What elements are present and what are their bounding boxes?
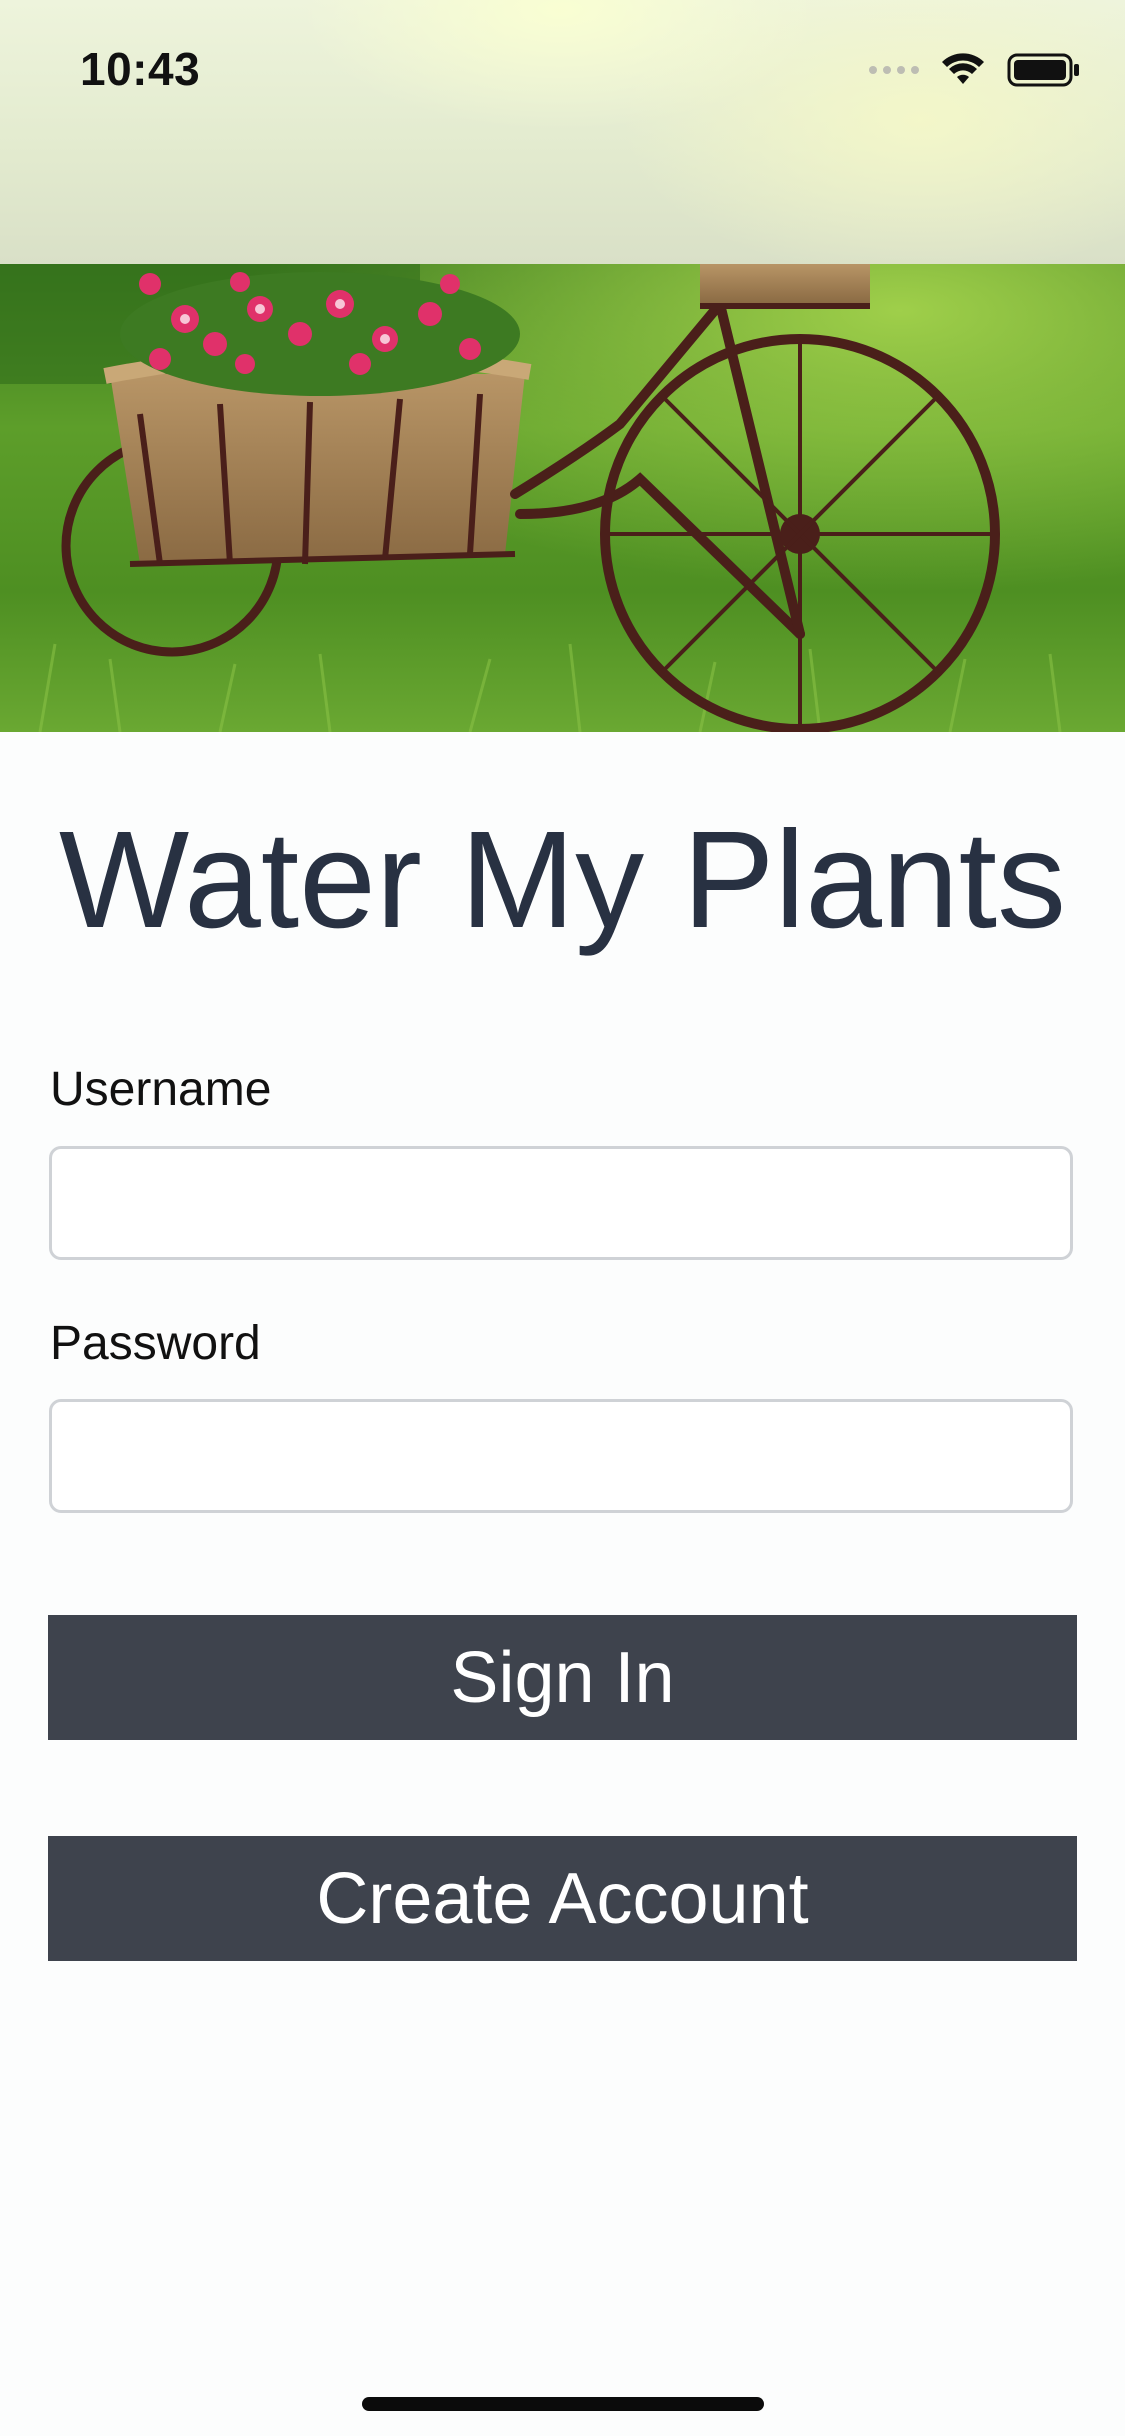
sign-in-button[interactable]: Sign In xyxy=(48,1615,1077,1740)
password-label: Password xyxy=(50,1317,261,1370)
username-label: Username xyxy=(50,1063,272,1116)
status-time: 10:43 xyxy=(80,43,201,95)
password-field[interactable] xyxy=(49,1399,1073,1513)
app-title: Water My Plants xyxy=(58,803,1067,957)
wifi-icon xyxy=(942,53,984,84)
home-indicator[interactable] xyxy=(362,2397,764,2411)
flower-bicycle-planter-image xyxy=(0,264,1125,732)
login-screen: 10:43 Water My Plants Username Password … xyxy=(0,0,1125,2436)
create-account-button[interactable]: Create Account xyxy=(48,1836,1077,1961)
username-field[interactable] xyxy=(49,1146,1073,1260)
cellular-signal-icon xyxy=(869,66,919,74)
status-icons xyxy=(869,50,1081,90)
battery-icon xyxy=(1007,53,1079,87)
status-bar: 10:43 xyxy=(0,0,1125,264)
hero-image xyxy=(0,264,1125,732)
